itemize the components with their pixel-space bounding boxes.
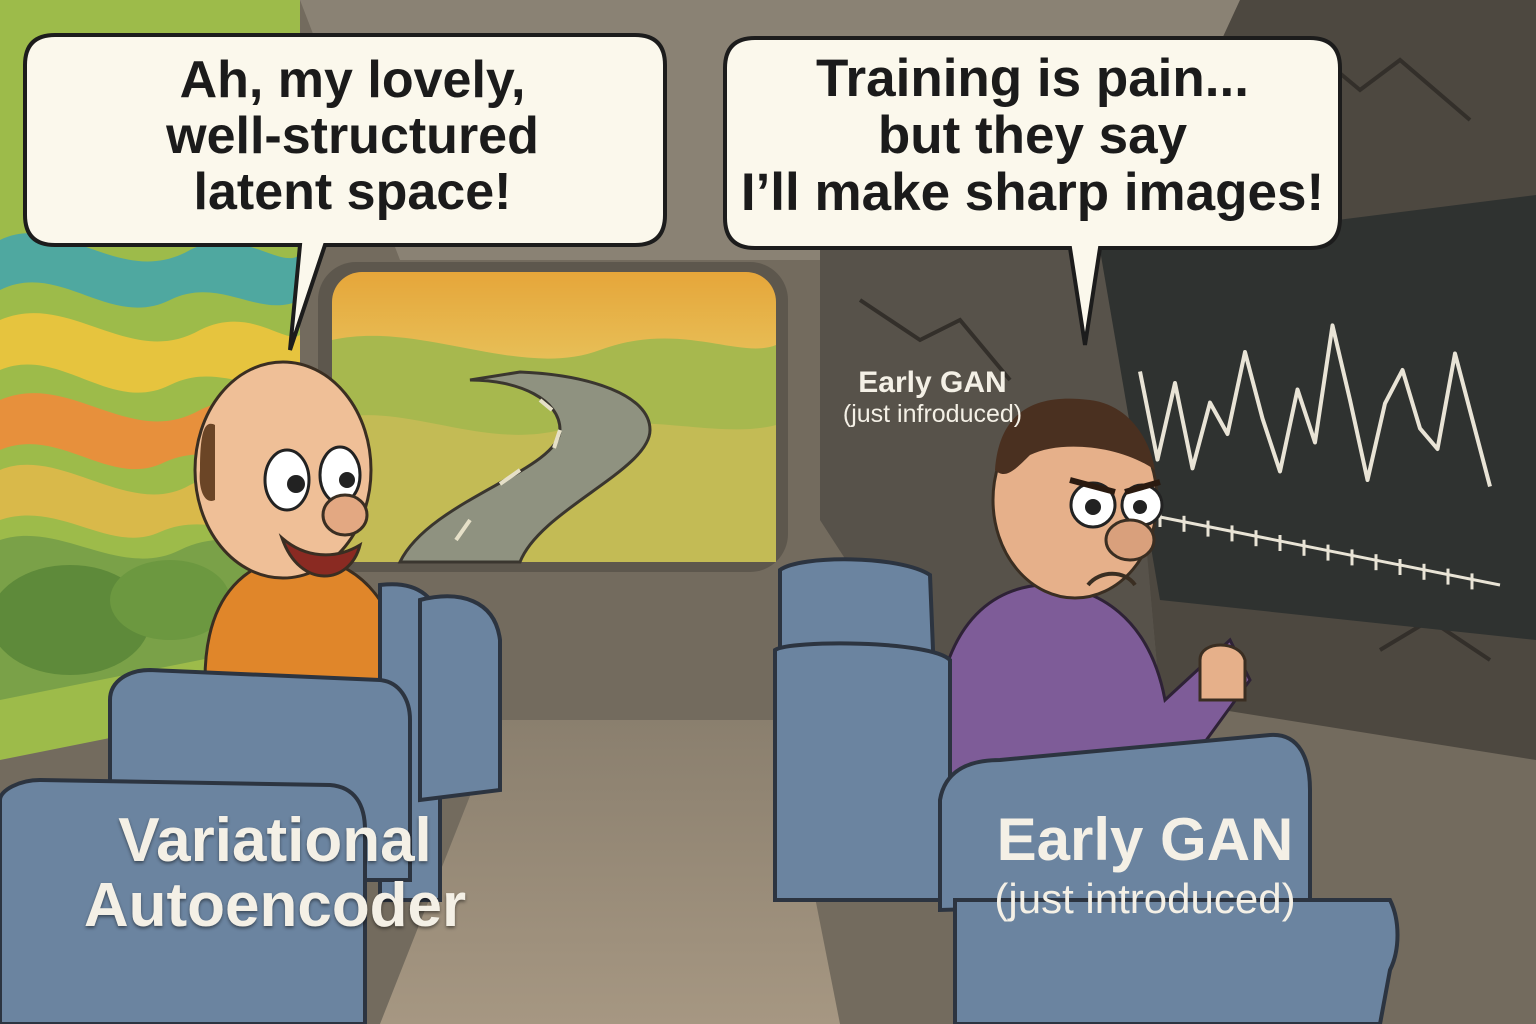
- bus-window: [318, 262, 788, 572]
- gan-head-label-subtitle: (just infroduced): [842, 399, 1023, 428]
- gan-seat-label: Early GAN (just introduced): [945, 808, 1345, 921]
- gan-seat-label-title: Early GAN: [996, 806, 1294, 873]
- gan-speech-text: Training is pain... but they say I’ll ma…: [740, 49, 1325, 223]
- gan-head-label-title: Early GAN: [858, 366, 1007, 399]
- gan-seat-label-subtitle: (just introduced): [994, 875, 1296, 922]
- vae-speech-text: Ah, my lovely, well-structured latent sp…: [166, 51, 539, 222]
- vae-label: Variational Autoencoder: [83, 806, 467, 941]
- gan-head-label: Early GAN (just infroduced): [815, 367, 1050, 427]
- loss-chalkboard: [1100, 195, 1536, 640]
